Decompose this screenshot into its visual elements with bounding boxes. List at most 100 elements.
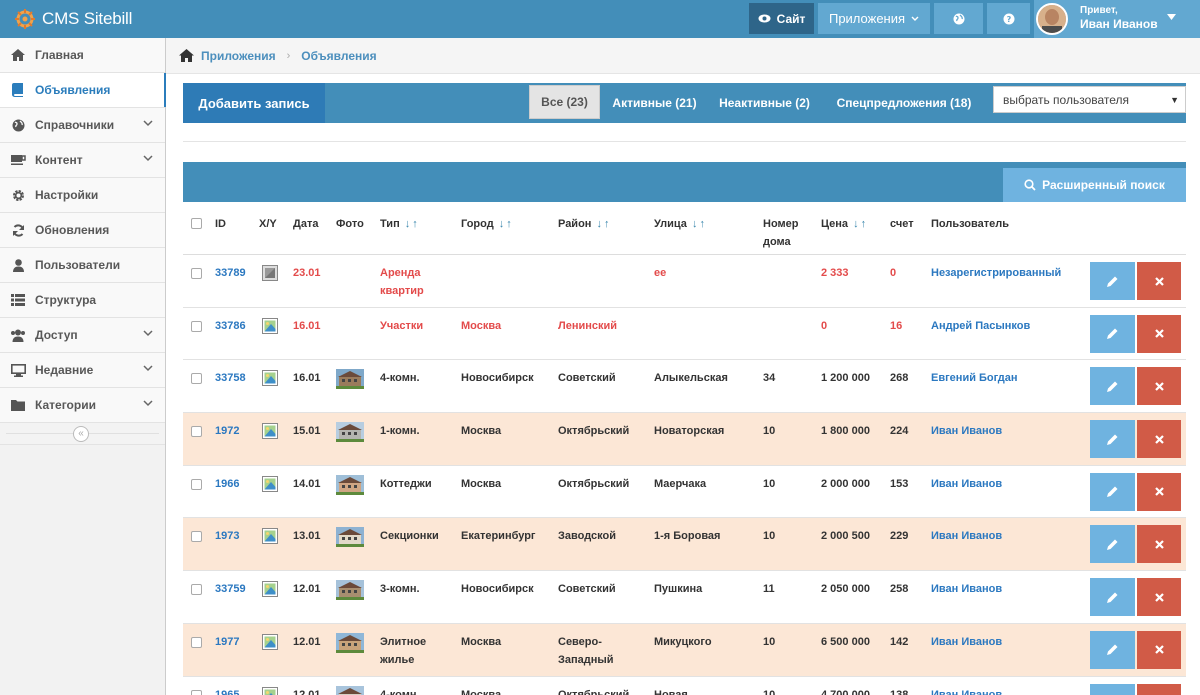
sort-desc-icon[interactable]: ↓ xyxy=(853,218,859,230)
row-checkbox[interactable] xyxy=(191,268,202,279)
delete-button[interactable] xyxy=(1137,683,1181,695)
property-photo-thumbnail[interactable] xyxy=(336,527,364,548)
tab-all[interactable]: Все (23) xyxy=(529,85,600,119)
row-id-link[interactable]: 33789 xyxy=(215,264,246,282)
sidebar-item-1[interactable]: Объявления xyxy=(0,73,166,108)
property-photo-thumbnail[interactable] xyxy=(336,685,364,695)
map-location-icon[interactable] xyxy=(262,528,278,545)
sort-desc-icon[interactable]: ↓ xyxy=(405,218,411,230)
sort-asc-icon[interactable]: ↑ xyxy=(861,218,867,230)
table-row[interactable]: 33759 12.01 3-комн. Новосибирск Советский Пуш… xyxy=(183,571,1186,624)
map-location-icon[interactable] xyxy=(262,581,278,598)
sidebar-item-5[interactable]: Обновления xyxy=(0,213,165,248)
applications-dropdown[interactable]: Приложения xyxy=(818,3,930,34)
property-photo-thumbnail[interactable] xyxy=(336,474,364,495)
sidebar-item-10[interactable]: Категории xyxy=(0,388,165,423)
edit-button[interactable] xyxy=(1090,630,1135,669)
table-row[interactable]: 1966 14.01 Коттеджи Москва Октябрьский Маерча… xyxy=(183,465,1186,519)
property-photo-thumbnail[interactable] xyxy=(336,580,364,601)
sidebar-item-8[interactable]: Доступ xyxy=(0,318,165,353)
row-id-link[interactable]: 33786 xyxy=(215,317,246,335)
delete-button[interactable] xyxy=(1137,472,1181,511)
delete-button[interactable] xyxy=(1137,367,1181,406)
edit-button[interactable] xyxy=(1090,683,1135,695)
sidebar-item-6[interactable]: Пользователи xyxy=(0,248,165,283)
home-icon[interactable] xyxy=(179,49,194,62)
delete-button[interactable] xyxy=(1137,314,1181,353)
column-header-date[interactable]: Дата xyxy=(293,215,318,233)
sort-asc-icon[interactable]: ↑ xyxy=(506,218,512,230)
edit-button[interactable] xyxy=(1090,525,1135,564)
row-id-link[interactable]: 33758 xyxy=(215,369,246,387)
language-button[interactable] xyxy=(934,3,983,34)
collapse-sidebar-button[interactable]: « xyxy=(73,426,89,442)
sidebar-item-9[interactable]: Недавние xyxy=(0,353,165,388)
row-checkbox[interactable] xyxy=(191,689,202,695)
sort-asc-icon[interactable]: ↑ xyxy=(604,218,610,230)
row-user-link[interactable]: Иван Иванов xyxy=(931,580,1002,598)
column-header-district[interactable]: Район ↓ ↑ xyxy=(558,215,610,233)
row-user-link[interactable]: Иван Иванов xyxy=(931,475,1002,493)
map-missing-icon[interactable] xyxy=(262,265,278,281)
delete-button[interactable] xyxy=(1137,630,1181,669)
map-location-icon[interactable] xyxy=(262,686,278,695)
sidebar-item-7[interactable]: Структура xyxy=(0,283,165,318)
edit-button[interactable] xyxy=(1090,314,1135,353)
help-button[interactable]: ? xyxy=(987,3,1030,34)
row-id-link[interactable]: 1977 xyxy=(215,633,239,651)
add-record-button[interactable]: Добавить запись xyxy=(183,83,325,123)
sort-desc-icon[interactable]: ↓ xyxy=(597,218,603,230)
brand[interactable]: CMS Sitebill xyxy=(14,0,132,38)
row-user-link[interactable]: Иван Иванов xyxy=(931,633,1002,651)
map-location-icon[interactable] xyxy=(262,423,278,440)
column-header-city[interactable]: Город ↓ ↑ xyxy=(461,215,512,233)
row-user-link[interactable]: Иван Иванов xyxy=(931,422,1002,440)
sort-desc-icon[interactable]: ↓ xyxy=(499,218,505,230)
column-header-street[interactable]: Улица ↓ ↑ xyxy=(654,215,705,233)
breadcrumb-item-ads[interactable]: Объявления xyxy=(301,49,376,63)
edit-button[interactable] xyxy=(1090,578,1135,617)
row-id-link[interactable]: 1966 xyxy=(215,475,239,493)
table-row[interactable]: 33786 16.01 Участки Москва Ленинский 0 16 Андре… xyxy=(183,307,1186,361)
row-checkbox[interactable] xyxy=(191,584,202,596)
property-photo-thumbnail[interactable] xyxy=(336,422,364,443)
user-menu[interactable]: Привет, Иван Иванов xyxy=(1034,0,1200,38)
map-location-icon[interactable] xyxy=(262,317,278,334)
breadcrumb-item-applications[interactable]: Приложения xyxy=(201,49,276,63)
row-checkbox[interactable] xyxy=(191,478,202,490)
row-user-link[interactable]: Незарегистрированный xyxy=(931,264,1061,282)
row-id-link[interactable]: 1972 xyxy=(215,422,239,440)
table-row[interactable]: 1965 12.01 4-комн. Москва Октябрьский Новая 10… xyxy=(183,676,1186,695)
table-row[interactable]: 1977 12.01 Элитное жилье Москва Северо- Западн… xyxy=(183,623,1186,677)
delete-button[interactable] xyxy=(1137,420,1181,459)
column-header-price[interactable]: Цена ↓ ↑ xyxy=(821,215,866,233)
edit-button[interactable] xyxy=(1090,472,1135,511)
sort-asc-icon[interactable]: ↑ xyxy=(412,218,418,230)
row-checkbox[interactable] xyxy=(191,320,202,332)
select-all-checkbox[interactable] xyxy=(191,218,202,229)
map-location-icon[interactable] xyxy=(262,475,278,492)
table-row[interactable]: 1972 15.01 1-комн. Москва Октябрьский Новатор… xyxy=(183,413,1186,466)
row-checkbox[interactable] xyxy=(191,531,202,543)
edit-button[interactable] xyxy=(1090,367,1135,406)
sidebar-item-4[interactable]: Настройки xyxy=(0,178,165,213)
row-checkbox[interactable] xyxy=(191,636,202,648)
row-user-link[interactable]: Андрей Пасынков xyxy=(931,317,1030,335)
sort-asc-icon[interactable]: ↑ xyxy=(699,218,705,230)
property-photo-thumbnail[interactable] xyxy=(336,632,364,653)
sidebar-item-0[interactable]: Главная xyxy=(0,38,165,73)
row-checkbox[interactable] xyxy=(191,373,202,385)
table-row[interactable]: 33789 23.01 Аренда квартир ее 2 333 0 Незарегис… xyxy=(183,255,1186,308)
row-user-link[interactable]: Иван Иванов xyxy=(931,527,1002,545)
site-button[interactable]: Сайт xyxy=(749,3,814,34)
tab-special-offers[interactable]: Спецпредложения (18) xyxy=(829,83,979,123)
column-header-type[interactable]: Тип ↓ ↑ xyxy=(380,215,418,233)
sidebar-item-2[interactable]: Справочники xyxy=(0,108,165,143)
delete-button[interactable] xyxy=(1137,578,1181,617)
property-photo-thumbnail[interactable] xyxy=(336,369,364,390)
delete-button[interactable] xyxy=(1137,525,1181,564)
sidebar-item-3[interactable]: Контент xyxy=(0,143,165,178)
row-id-link[interactable]: 33759 xyxy=(215,580,246,598)
row-checkbox[interactable] xyxy=(191,426,202,438)
map-location-icon[interactable] xyxy=(262,633,278,650)
